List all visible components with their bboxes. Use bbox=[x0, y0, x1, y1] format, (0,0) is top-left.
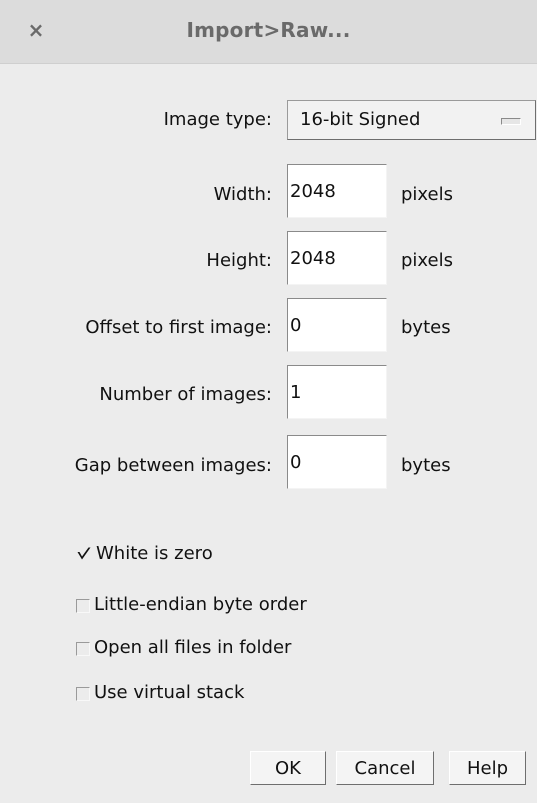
checkmark-icon[interactable] bbox=[76, 546, 92, 562]
gap-field[interactable] bbox=[287, 435, 387, 489]
help-button[interactable]: Help bbox=[449, 751, 526, 785]
width-field[interactable] bbox=[287, 164, 387, 218]
cancel-button[interactable]: Cancel bbox=[336, 751, 434, 785]
height-unit: pixels bbox=[401, 250, 453, 271]
white-is-zero-option[interactable]: White is zero bbox=[76, 540, 213, 566]
dropdown-indicator-icon bbox=[501, 118, 521, 125]
unchecked-box-icon[interactable] bbox=[76, 642, 90, 656]
number-of-images-label: Number of images: bbox=[99, 384, 272, 405]
import-raw-dialog: × Import>Raw... Image type: 16-bit Signe… bbox=[0, 0, 537, 803]
offset-label: Offset to first image: bbox=[85, 317, 272, 338]
virtual-stack-label: Use virtual stack bbox=[94, 681, 245, 703]
gap-unit: bytes bbox=[401, 455, 451, 476]
open-all-files-label: Open all files in folder bbox=[94, 636, 292, 658]
ok-button[interactable]: OK bbox=[250, 751, 326, 785]
offset-unit: bytes bbox=[401, 317, 451, 338]
dialog-title: Import>Raw... bbox=[186, 18, 351, 42]
image-type-label: Image type: bbox=[163, 109, 272, 130]
width-label: Width: bbox=[213, 184, 272, 205]
virtual-stack-option[interactable]: Use virtual stack bbox=[76, 679, 244, 705]
unchecked-box-icon[interactable] bbox=[76, 687, 90, 701]
offset-field[interactable] bbox=[287, 298, 387, 352]
title-bar: × Import>Raw... bbox=[0, 0, 537, 64]
white-is-zero-label: White is zero bbox=[96, 542, 213, 564]
height-field[interactable] bbox=[287, 231, 387, 285]
little-endian-label: Little-endian byte order bbox=[94, 593, 307, 615]
open-all-files-option[interactable]: Open all files in folder bbox=[76, 634, 291, 660]
unchecked-box-icon[interactable] bbox=[76, 599, 90, 613]
gap-label: Gap between images: bbox=[74, 455, 272, 476]
height-label: Height: bbox=[206, 250, 272, 271]
image-type-value: 16-bit Signed bbox=[300, 109, 421, 130]
image-type-select[interactable]: 16-bit Signed bbox=[287, 100, 536, 140]
little-endian-option[interactable]: Little-endian byte order bbox=[76, 591, 307, 617]
number-of-images-field[interactable] bbox=[287, 365, 387, 419]
width-unit: pixels bbox=[401, 184, 453, 205]
